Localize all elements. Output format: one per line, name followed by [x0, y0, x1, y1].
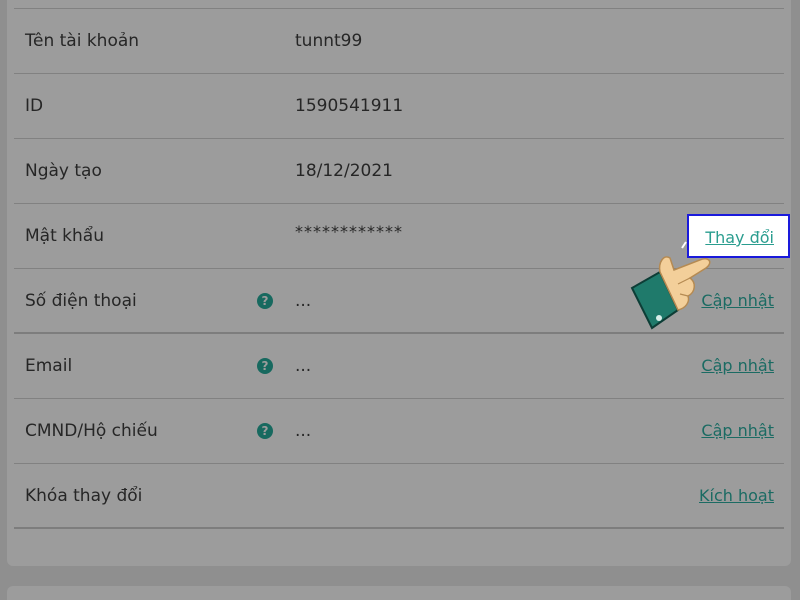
phone-value: ... [295, 291, 312, 311]
row-change-lock: Khóa thay đổi Kích hoạt [14, 464, 784, 529]
update-email-link[interactable]: Cập nhật [701, 334, 774, 398]
row-email: Email ? ... Cập nhật [14, 334, 784, 399]
password-label: Mật khẩu [25, 226, 104, 246]
update-id-card-link[interactable]: Cập nhật [701, 399, 774, 463]
id-card-label: CMND/Hộ chiếu [25, 421, 158, 441]
email-value: ... [295, 356, 312, 376]
question-circle-icon[interactable]: ? [257, 293, 273, 309]
next-card-edge [7, 586, 791, 600]
row-id-card: CMND/Hộ chiếu ? ... Cập nhật [14, 399, 784, 464]
username-value: tunnt99 [295, 31, 363, 51]
row-created-date: Ngày tạo 18/12/2021 [14, 139, 784, 204]
question-circle-icon[interactable]: ? [257, 423, 273, 439]
change-lock-label: Khóa thay đổi [25, 486, 143, 506]
id-label: ID [25, 96, 44, 116]
password-value: ************ [295, 222, 403, 241]
row-username: Tên tài khoản tunnt99 [14, 9, 784, 74]
phone-label: Số điện thoại [25, 291, 137, 311]
id-value: 1590541911 [295, 96, 404, 116]
created-date-label: Ngày tạo [25, 161, 102, 181]
pointing-hand-icon [630, 241, 711, 330]
activate-lock-link[interactable]: Kích hoạt [699, 464, 774, 528]
username-label: Tên tài khoản [25, 31, 140, 51]
question-circle-icon[interactable]: ? [257, 358, 273, 374]
created-date-value: 18/12/2021 [295, 161, 393, 181]
id-card-value: ... [295, 421, 312, 441]
email-label: Email [25, 356, 73, 376]
row-id: ID 1590541911 [14, 74, 784, 139]
